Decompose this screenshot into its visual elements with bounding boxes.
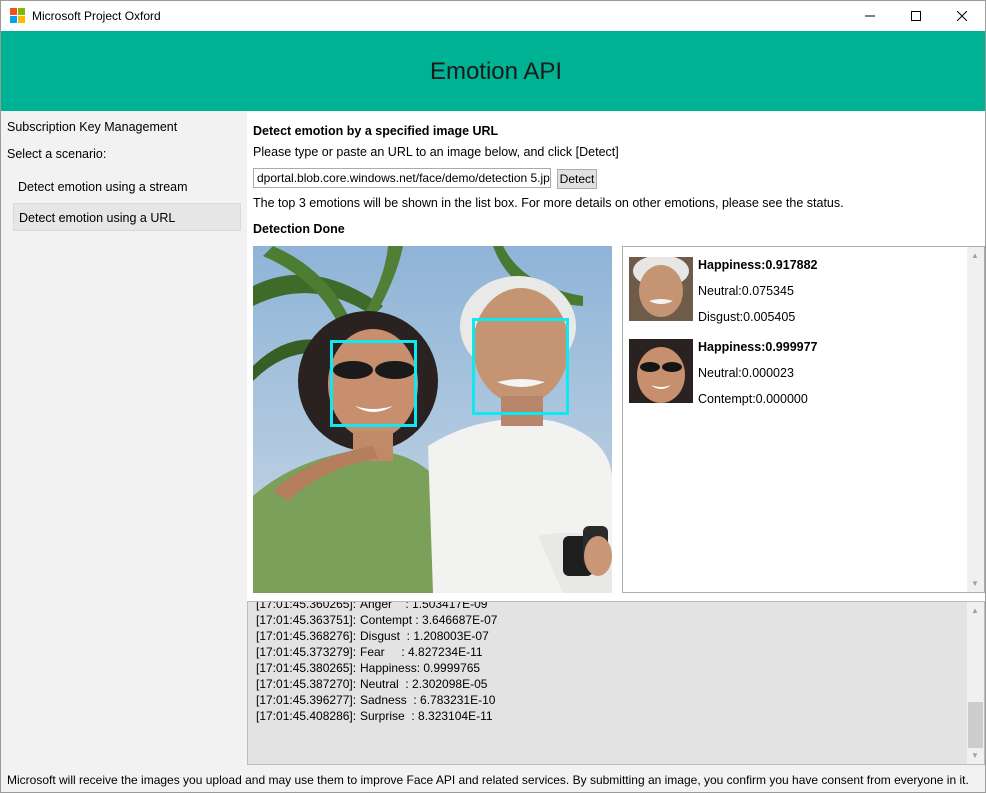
log-timestamp: [17:01:45.408286]:: [256, 709, 357, 723]
title-bar[interactable]: Microsoft Project Oxford: [1, 1, 985, 31]
status-log[interactable]: [17:01:45.360265]: Anger : 1.503417E-09 [1…: [247, 601, 985, 765]
result-primary-emotion: Happiness:0.917882: [698, 258, 818, 272]
log-line: [17:01:45.408286]: Surprise : 8.323104E-1…: [256, 708, 497, 724]
log-timestamp: [17:01:45.360265]:: [256, 601, 357, 611]
section-heading: Detect emotion by a specified image URL: [253, 124, 499, 138]
face-box-man: [472, 318, 569, 415]
log-line: [17:01:45.387270]: Neutral : 2.302098E-05: [256, 676, 497, 692]
result-primary-emotion: Happiness:0.999977: [698, 340, 818, 354]
log-timestamp: [17:01:45.387270]:: [256, 677, 357, 691]
sidebar: Subscription Key Management Select a sce…: [1, 111, 247, 765]
scroll-down-icon[interactable]: ▼: [971, 751, 979, 760]
log-message: Fear : 4.827234E-11: [360, 645, 483, 659]
scrollbar-thumb[interactable]: [968, 702, 983, 748]
log-message: Surprise : 8.323104E-11: [360, 709, 493, 723]
photo-illustration: [253, 246, 612, 593]
instruction-text: Please type or paste an URL to an image …: [253, 145, 619, 159]
log-timestamp: [17:01:45.368276]:: [256, 629, 357, 643]
scroll-up-icon[interactable]: ▲: [971, 606, 979, 615]
sidebar-item-stream[interactable]: Detect emotion using a stream: [13, 173, 241, 201]
window-title: Microsoft Project Oxford: [32, 9, 161, 23]
log-line: [17:01:45.380265]: Happiness: 0.9999765: [256, 660, 497, 676]
microsoft-logo-icon: [10, 8, 26, 24]
scenario-label: Select a scenario:: [7, 147, 107, 161]
result-second-emotion: Neutral:0.075345: [698, 284, 794, 298]
header-banner: Emotion API: [1, 31, 985, 111]
face-thumbnail-man: [629, 257, 693, 321]
result-third-emotion: Contempt:0.000000: [698, 392, 808, 406]
face-box-woman: [330, 340, 417, 427]
log-message: Sadness : 6.783231E-10: [360, 693, 496, 707]
minimize-button[interactable]: [847, 1, 893, 31]
log-lines: [17:01:45.360265]: Anger : 1.503417E-09 [1…: [256, 601, 497, 724]
page-title: Emotion API: [429, 58, 563, 85]
log-scrollbar[interactable]: ▲ ▼: [967, 602, 984, 764]
detection-image: [253, 246, 612, 593]
log-timestamp: [17:01:45.373279]:: [256, 645, 357, 659]
log-timestamp: [17:01:45.380265]:: [256, 661, 357, 675]
log-message: Happiness: 0.9999765: [360, 661, 481, 675]
close-button[interactable]: [939, 1, 985, 31]
consent-disclaimer: Microsoft will receive the images you up…: [7, 773, 969, 787]
face-thumbnail-image: [629, 339, 693, 403]
subscription-key-link[interactable]: Subscription Key Management: [7, 120, 177, 134]
log-timestamp: [17:01:45.363751]:: [256, 613, 357, 627]
list-item[interactable]: Happiness:0.917882 Neutral:0.075345 Disg…: [629, 257, 959, 327]
sidebar-item-url[interactable]: Detect emotion using a URL: [13, 203, 241, 231]
minimize-icon: [865, 15, 875, 17]
url-input[interactable]: dportal.blob.core.windows.net/face/demo/…: [253, 168, 551, 188]
detect-button[interactable]: Detect: [557, 169, 597, 189]
log-line: [17:01:45.360265]: Anger : 1.503417E-09: [256, 601, 497, 612]
footer: Microsoft will receive the images you up…: [1, 765, 985, 792]
close-icon: [957, 11, 967, 21]
maximize-icon: [911, 11, 921, 21]
status-text: Detection Done: [253, 222, 345, 236]
result-list-scrollbar[interactable]: ▲ ▼: [967, 247, 984, 592]
face-thumbnail-image: [629, 257, 693, 321]
result-third-emotion: Disgust:0.005405: [698, 310, 796, 324]
log-timestamp: [17:01:45.396277]:: [256, 693, 357, 707]
list-item[interactable]: Happiness:0.999977 Neutral:0.000023 Cont…: [629, 339, 959, 409]
log-line: [17:01:45.373279]: Fear : 4.827234E-11: [256, 644, 497, 660]
note-text: The top 3 emotions will be shown in the …: [253, 196, 844, 210]
log-message: Anger : 1.503417E-09: [360, 601, 488, 611]
log-message: Disgust : 1.208003E-07: [360, 629, 489, 643]
scroll-down-icon[interactable]: ▼: [971, 579, 979, 588]
log-line: [17:01:45.396277]: Sadness : 6.783231E-10: [256, 692, 497, 708]
result-second-emotion: Neutral:0.000023: [698, 366, 794, 380]
scroll-up-icon[interactable]: ▲: [971, 251, 979, 260]
app-window: Microsoft Project Oxford Emotion API Sub…: [0, 0, 986, 793]
log-line: [17:01:45.368276]: Disgust : 1.208003E-07: [256, 628, 497, 644]
log-message: Neutral : 2.302098E-05: [360, 677, 488, 691]
maximize-button[interactable]: [893, 1, 939, 31]
main-panel: Detect emotion by a specified image URL …: [247, 111, 985, 601]
face-thumbnail-woman: [629, 339, 693, 403]
log-message: Contempt : 3.646687E-07: [360, 613, 498, 627]
emotion-result-list[interactable]: Happiness:0.917882 Neutral:0.075345 Disg…: [622, 246, 985, 593]
log-line: [17:01:45.363751]: Contempt : 3.646687E-0…: [256, 612, 497, 628]
